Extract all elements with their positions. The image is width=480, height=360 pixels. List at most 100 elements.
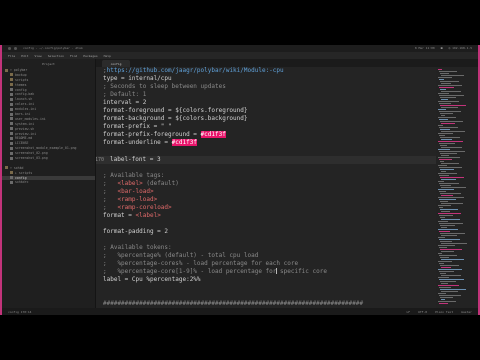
tree-file[interactable]: sxhkdrc [2,180,95,185]
code-line[interactable]: ; %percentage-cores% - load percentage f… [103,260,298,268]
minimap-line [438,277,449,278]
code-line[interactable]: ;https://github.com/jaagr/polybar/wiki/M… [103,67,284,75]
tree-item-label: scripts [15,77,29,82]
minimap-line [438,181,444,182]
status-line-ending[interactable]: LF [406,310,410,314]
code-token: ; Available tags: [103,171,165,179]
menu-packages[interactable]: Packages [83,54,97,58]
minimap-line [439,191,446,192]
minimap-line [439,287,451,288]
minimap-line [440,105,466,106]
code-line[interactable]: ; <ramp-coreload> [103,204,172,212]
window-pin-icon[interactable] [14,47,17,50]
code-token: <ramp-coreload> [117,203,172,211]
tree-item-label: LICENSE [15,141,29,146]
minimap-line [438,253,442,254]
minimap-line [439,183,459,184]
minimap-line [438,245,455,246]
code-token: <bar-load> [117,187,154,195]
minimap-line [441,155,449,156]
status-file-position[interactable]: config 170:14 [8,310,31,314]
menu-file[interactable]: File [8,54,15,58]
tray-icon[interactable]: ■ [441,46,443,50]
code-line[interactable]: type = internal/cpu [103,75,172,83]
file-icon [10,97,13,101]
code-token: ; Seconds to sleep between updates [103,83,226,91]
text-editor[interactable]: ; https://github.com/jaagr/polybar/wiki/M… [96,67,436,308]
folder-icon [10,78,13,82]
folder-icon [10,171,13,175]
minimap-line [438,133,453,134]
code-line[interactable]: format-padding = 2 [103,228,168,236]
minimap-line [438,165,447,166]
code-token: ########################################… [103,300,364,308]
code-line[interactable]: ; <bar-load> [103,188,154,196]
menu-edit[interactable]: Edit [21,54,28,58]
file-icon [10,146,13,150]
code-token: type = internal/cpu [103,75,172,83]
code-token: <label> [135,211,161,219]
code-token: ; [103,203,118,211]
code-line[interactable]: format = <label> [103,212,161,220]
letterbox-bottom [0,315,480,360]
status-git-branch[interactable]: master [461,310,472,314]
minimap-line [439,151,465,152]
tree-item-label: launch.sh [15,97,33,102]
code-line[interactable]: ########################################… [103,300,363,308]
code-token: (default) [142,179,179,187]
file-icon [10,176,13,180]
menu-find[interactable]: Find [70,54,77,58]
status-encoding[interactable]: UTF-8 [418,310,427,314]
code-line[interactable]: ; Available tokens: [103,244,172,252]
code-line[interactable]: ; Available tags: [103,172,164,180]
menu-selection[interactable]: Selection [48,54,64,58]
minimap-line [438,141,463,142]
minimap-line [440,145,447,146]
file-icon [10,132,13,136]
code-line[interactable]: ; %percentage% (default) - total cpu loa… [103,252,258,260]
tab-config[interactable]: config [102,60,130,67]
code-line[interactable]: label-font = 3 [110,156,161,164]
code-line[interactable]: format-underline = #cd1f3f [103,139,197,147]
code-line[interactable]: ; %percentage-core[1-9]% - load percenta… [103,268,327,276]
minimap-line [440,185,451,186]
code-token: interval = 2 [103,99,147,107]
tree-item-label: ▾ polybar [10,68,28,72]
code-token: ; %percentage% (default) - total cpu loa… [103,252,259,260]
menu-help[interactable]: Help [104,54,111,58]
window-menu-icon[interactable] [8,47,11,50]
tree-item-label: colors.ini [15,102,35,107]
minimap-line [440,201,448,202]
window-dots[interactable] [8,47,17,50]
minimap-line [438,189,454,190]
minimap-line [441,219,460,220]
minimap-line [440,177,464,178]
code-line[interactable]: ; <label> (default) [103,180,179,188]
minimap-line [441,259,464,260]
minimap-line [440,121,463,122]
file-icon [10,92,13,96]
code-line[interactable]: ; <ramp-load> [103,196,157,204]
tray-network[interactable]: ◎ 192.168.1.5 [449,46,472,50]
minimap[interactable] [436,67,478,308]
code-line[interactable]: ; Seconds to sleep between updates [103,83,226,91]
minimap-line [440,265,459,266]
code-token: ; [103,179,118,187]
minimap-line [438,229,458,230]
status-grammar[interactable]: Plain Text [435,310,453,314]
minimap-line [439,71,457,72]
code-line[interactable]: interval = 2 [103,99,146,107]
minimap-line [438,285,459,286]
menu-view[interactable]: View [34,54,41,58]
minimap-line [438,157,460,158]
code-line[interactable]: label = Cpu %percentage:2%% [103,276,201,284]
code-token: <ramp-load> [117,195,158,203]
minimap-line [441,235,457,236]
code-line[interactable]: ; Default: 1 [103,91,146,99]
minimap-line [438,237,445,238]
code-line[interactable]: format-background = ${colors.background} [103,115,248,123]
code-line[interactable]: format-foreground = ${colors.foreground} [103,107,248,115]
code-line[interactable]: format-prefix-foreground = #cd1f3f [103,131,226,139]
code-line[interactable]: format-prefix = " " [103,123,172,131]
minimap-line [439,143,455,144]
